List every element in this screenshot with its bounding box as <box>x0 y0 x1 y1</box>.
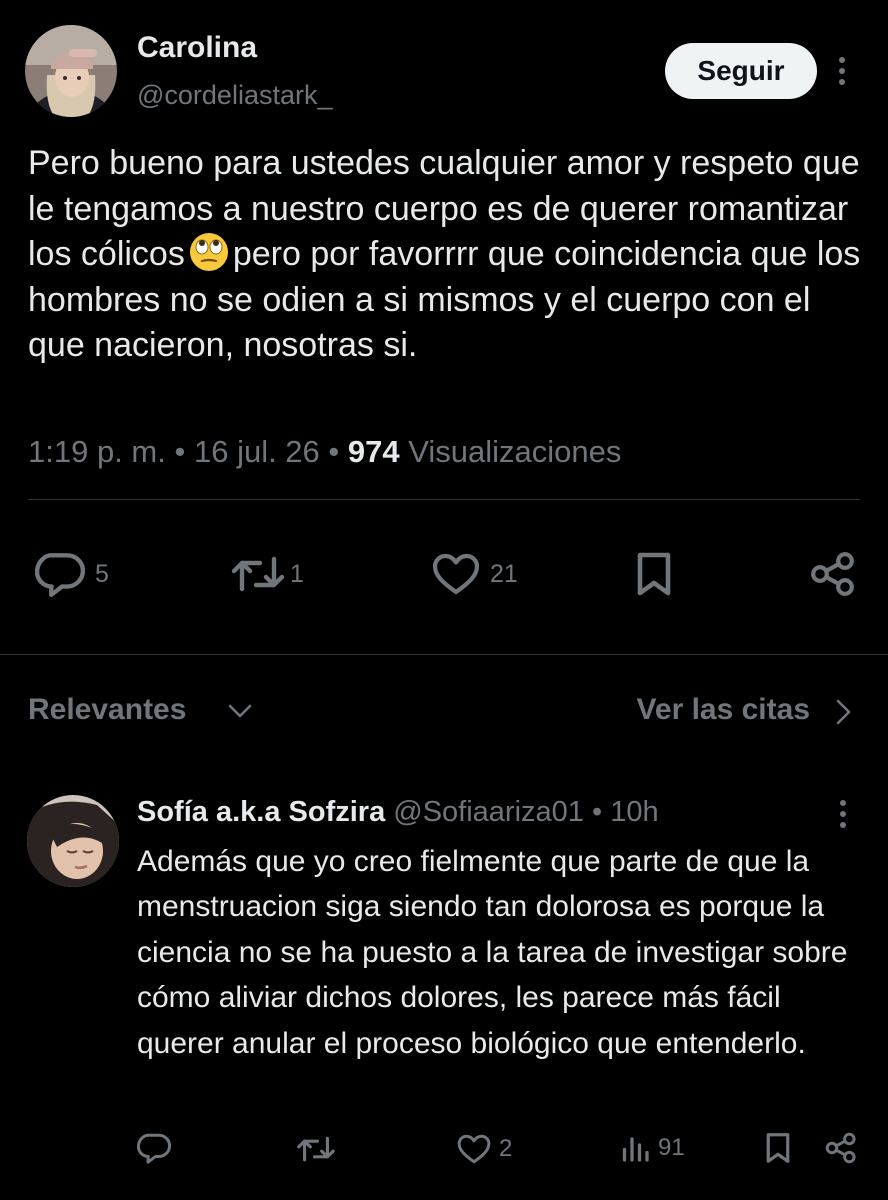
post-date[interactable]: 16 jul. 26 <box>194 434 320 469</box>
repost-count: 1 <box>290 559 304 588</box>
share-icon <box>825 1132 856 1164</box>
divider <box>28 499 860 500</box>
author-avatar[interactable] <box>25 25 117 117</box>
post-time[interactable]: 1:19 p. m. <box>28 434 166 469</box>
reply-author-avatar[interactable] <box>27 795 119 887</box>
share-icon <box>811 552 854 596</box>
reply-views-count: 91 <box>658 1134 685 1161</box>
repost-icon <box>231 556 285 592</box>
bookmark-icon <box>637 552 671 596</box>
follow-button[interactable]: Seguir <box>665 43 817 99</box>
meta-separator: • <box>591 796 603 828</box>
post-meta: 1:19 p. m. • 16 jul. 26 • 974 Visualizac… <box>28 434 621 470</box>
author-handle[interactable]: @cordeliastark_ <box>137 80 333 111</box>
bookmark-button[interactable] <box>636 551 672 597</box>
like-button[interactable]: 21 <box>432 553 518 595</box>
reply-button[interactable]: 5 <box>35 551 109 597</box>
reply-bookmark-button[interactable] <box>765 1132 791 1164</box>
section-divider <box>0 654 888 655</box>
reply-like-button[interactable]: 2 <box>457 1134 512 1164</box>
author-name[interactable]: Carolina <box>137 31 257 65</box>
reply-views-button[interactable]: 91 <box>620 1133 685 1163</box>
more-options-icon[interactable] <box>838 57 846 85</box>
heart-icon <box>457 1134 491 1164</box>
reply-repost-button[interactable] <box>296 1134 336 1164</box>
reply-author-name[interactable]: Sofía a.k.a Sofzira <box>137 796 385 828</box>
reply-share-button[interactable] <box>825 1132 857 1164</box>
repost-icon <box>297 1136 335 1162</box>
meta-separator: • <box>174 434 186 469</box>
reply-header: Sofía a.k.a Sofzira @Sofiaariza01 • 10h <box>137 796 659 829</box>
reply-icon <box>137 1133 171 1164</box>
reply-time[interactable]: 10h <box>610 796 658 828</box>
views-count: 974 <box>347 434 400 469</box>
post-text: Pero bueno para ustedes cualquier amor y… <box>28 141 868 369</box>
face-with-rolling-eyes-icon <box>189 233 228 271</box>
reply-like-count: 2 <box>499 1135 513 1162</box>
reply-reply-button[interactable] <box>137 1132 171 1164</box>
reply-count: 5 <box>95 559 109 588</box>
reply-icon <box>35 553 85 597</box>
heart-icon <box>432 553 480 595</box>
repost-button[interactable]: 1 <box>230 553 304 595</box>
bookmark-icon <box>766 1133 790 1163</box>
chevron-right-icon[interactable] <box>832 697 854 727</box>
analytics-icon <box>622 1137 649 1162</box>
views-label: Visualizaciones <box>408 434 622 469</box>
reply-author-handle[interactable]: @Sofiaariza01 <box>393 796 584 828</box>
meta-separator: • <box>328 434 340 469</box>
share-button[interactable] <box>810 551 856 597</box>
view-quotes-link[interactable]: Ver las citas <box>637 693 810 727</box>
reply-more-options-icon[interactable] <box>839 800 847 828</box>
sort-dropdown-label[interactable]: Relevantes <box>28 693 186 727</box>
like-count: 21 <box>490 559 518 588</box>
chevron-down-icon[interactable] <box>226 700 254 722</box>
reply-text: Además que yo creo fielmente que parte d… <box>137 845 848 1060</box>
